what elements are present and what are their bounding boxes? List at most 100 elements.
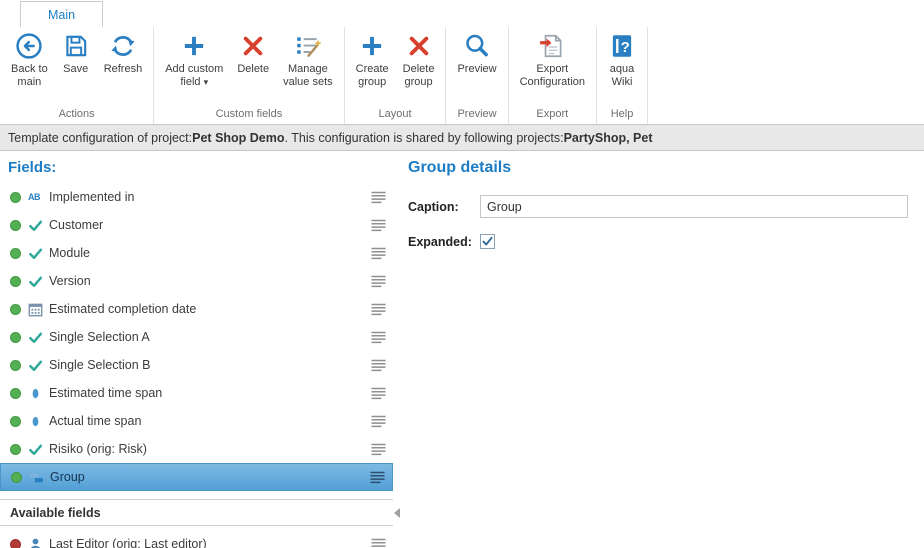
delete-field-button[interactable]: Delete — [230, 27, 276, 78]
drag-handle-icon[interactable] — [371, 331, 386, 344]
field-label: Module — [49, 246, 371, 260]
project-name: Pet Shop Demo — [192, 131, 284, 145]
drag-handle-icon[interactable] — [371, 219, 386, 232]
collapse-panel-arrow-icon[interactable] — [394, 508, 400, 518]
button-label: Manage value sets — [283, 63, 333, 88]
ribbon-group-label: Export — [513, 108, 592, 124]
caption-input[interactable] — [480, 195, 908, 218]
drag-handle-icon[interactable] — [370, 471, 385, 484]
field-row[interactable]: Actual time span — [0, 407, 393, 435]
field-row[interactable]: Version — [0, 267, 393, 295]
status-dot-green — [10, 360, 21, 371]
expanded-checkbox[interactable] — [480, 234, 495, 249]
date-type-icon — [28, 302, 43, 317]
field-label: Customer — [49, 218, 371, 232]
status-dot-green — [10, 332, 21, 343]
plus-icon — [180, 32, 208, 60]
field-label: Risiko (orig: Risk) — [49, 442, 371, 456]
tab-main[interactable]: Main — [20, 1, 103, 27]
ribbon-tab-bar: Main — [0, 0, 924, 27]
ribbon-group-label: Help — [601, 108, 643, 124]
drag-handle-icon[interactable] — [371, 247, 386, 260]
status-dot-green — [10, 248, 21, 259]
help-question-icon — [608, 32, 636, 60]
drag-handle-icon[interactable] — [371, 415, 386, 428]
button-label: Back to main — [11, 63, 48, 88]
ribbon-group-layout: Create group Delete group Layout — [345, 27, 447, 124]
field-row[interactable]: Risiko (orig: Risk) — [0, 435, 393, 463]
status-dot-green — [10, 444, 21, 455]
delete-group-button[interactable]: Delete group — [396, 27, 442, 91]
field-label: Version — [49, 274, 371, 288]
selection-type-icon — [28, 358, 43, 373]
button-label: Refresh — [104, 63, 143, 75]
drag-handle-icon[interactable] — [371, 387, 386, 400]
user-type-icon — [28, 537, 43, 548]
checkmark-icon — [482, 236, 493, 247]
group-details-panel: Group details Caption: Expanded: — [408, 151, 924, 548]
create-group-button[interactable]: Create group — [349, 27, 396, 91]
refresh-icon — [109, 32, 137, 60]
button-label: Delete — [237, 63, 269, 75]
preview-button[interactable]: Preview — [450, 27, 503, 78]
button-label: Add custom field — [165, 63, 223, 88]
button-label: Delete group — [403, 63, 435, 88]
field-label: Last Editor (orig: Last editor) — [49, 537, 371, 548]
tab-main-label: Main — [48, 8, 75, 22]
save-button[interactable]: Save — [55, 27, 97, 78]
field-row[interactable]: Module — [0, 239, 393, 267]
export-configuration-button[interactable]: Export Configuration — [513, 27, 592, 91]
button-label: Export Configuration — [520, 63, 585, 88]
status-dot-green — [10, 304, 21, 315]
status-dot-green — [10, 220, 21, 231]
ribbon-group-label: Preview — [450, 108, 503, 124]
button-label: Create group — [356, 63, 389, 88]
ribbon-group-label: Custom fields — [158, 108, 339, 124]
info-text: . This configuration is shared by follow… — [285, 131, 564, 145]
template-info-bar: Template configuration of project: Pet S… — [0, 124, 924, 151]
expanded-form-row: Expanded: — [408, 234, 924, 249]
selection-type-icon — [28, 246, 43, 261]
aqua-wiki-button[interactable]: aqua Wiki — [601, 27, 643, 91]
field-row[interactable]: Single Selection B — [0, 351, 393, 379]
button-label: Preview — [457, 63, 496, 75]
drag-handle-icon[interactable] — [371, 275, 386, 288]
shared-projects: PartyShop, Pet — [564, 131, 653, 145]
drag-handle-icon[interactable] — [371, 538, 386, 548]
template-configuration-window: Main Back to main Save Refresh Actions — [0, 0, 924, 548]
field-label: Estimated completion date — [49, 302, 371, 316]
ribbon-group-label: Actions — [4, 108, 149, 124]
status-dot-green — [10, 388, 21, 399]
ribbon-group-export: Export Configuration Export — [509, 27, 597, 124]
status-dot-green — [10, 276, 21, 287]
field-label: Actual time span — [49, 414, 371, 428]
field-row[interactable]: AB Implemented in — [0, 183, 393, 211]
expanded-label: Expanded: — [408, 235, 480, 249]
back-to-main-button[interactable]: Back to main — [4, 27, 55, 91]
field-row[interactable]: Estimated completion date — [0, 295, 393, 323]
field-row[interactable]: Last Editor (orig: Last editor) — [0, 530, 393, 548]
manage-value-sets-button[interactable]: Manage value sets — [276, 27, 340, 91]
field-row[interactable]: Customer — [0, 211, 393, 239]
field-label: Group — [50, 470, 370, 484]
field-row-selected[interactable]: Group — [0, 463, 393, 491]
status-dot-green — [10, 192, 21, 203]
drag-handle-icon[interactable] — [371, 359, 386, 372]
field-label: Single Selection B — [49, 358, 371, 372]
add-custom-field-button[interactable]: Add custom field ▾ — [158, 27, 230, 91]
field-label: Implemented in — [49, 190, 371, 204]
value-sets-icon — [294, 32, 322, 60]
caption-form-row: Caption: — [408, 195, 924, 218]
fields-panel: Fields: AB Implemented in Customer Modul… — [0, 151, 401, 548]
drag-handle-icon[interactable] — [371, 443, 386, 456]
field-row[interactable]: Estimated time span — [0, 379, 393, 407]
field-row[interactable]: Single Selection A — [0, 323, 393, 351]
drag-handle-icon[interactable] — [371, 303, 386, 316]
caption-label: Caption: — [408, 200, 480, 214]
drag-handle-icon[interactable] — [371, 191, 386, 204]
field-label: Estimated time span — [49, 386, 371, 400]
dropdown-caret-icon: ▾ — [204, 77, 209, 87]
field-label: Single Selection A — [49, 330, 371, 344]
refresh-button[interactable]: Refresh — [97, 27, 150, 78]
delete-x-icon — [239, 32, 267, 60]
